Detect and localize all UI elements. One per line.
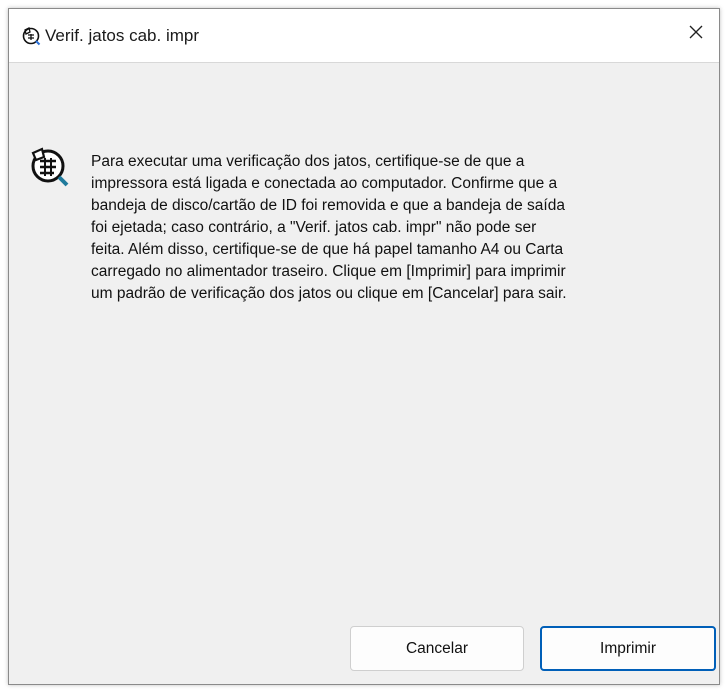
close-icon: [689, 25, 703, 39]
message-line: foi ejetada; caso contrário, a "Verif. j…: [91, 219, 537, 236]
cancel-button[interactable]: Cancelar: [350, 626, 524, 671]
dialog-window: Verif. jatos cab. impr Para executar uma…: [8, 8, 720, 685]
print-button[interactable]: Imprimir: [540, 626, 716, 671]
message-line: bandeja de disco/cartão de ID foi removi…: [91, 197, 565, 214]
message-line: um padrão de verificação dos jatos ou cl…: [91, 285, 567, 302]
title-bar: Verif. jatos cab. impr: [9, 9, 719, 63]
message-line: impressora está ligada e conectada ao co…: [91, 175, 558, 192]
nozzle-check-icon: [22, 27, 41, 46]
nozzle-check-icon: [31, 147, 69, 187]
message-text: Para executar uma verificação dos jatos,…: [91, 151, 691, 305]
window-title: Verif. jatos cab. impr: [45, 26, 200, 45]
message-line: Para executar uma verificação dos jatos,…: [91, 153, 525, 170]
message-line: carregado no alimentador traseiro. Cliqu…: [91, 263, 566, 280]
message-line: feita. Além disso, certifique-se de que …: [91, 241, 564, 258]
close-button[interactable]: [673, 9, 719, 55]
